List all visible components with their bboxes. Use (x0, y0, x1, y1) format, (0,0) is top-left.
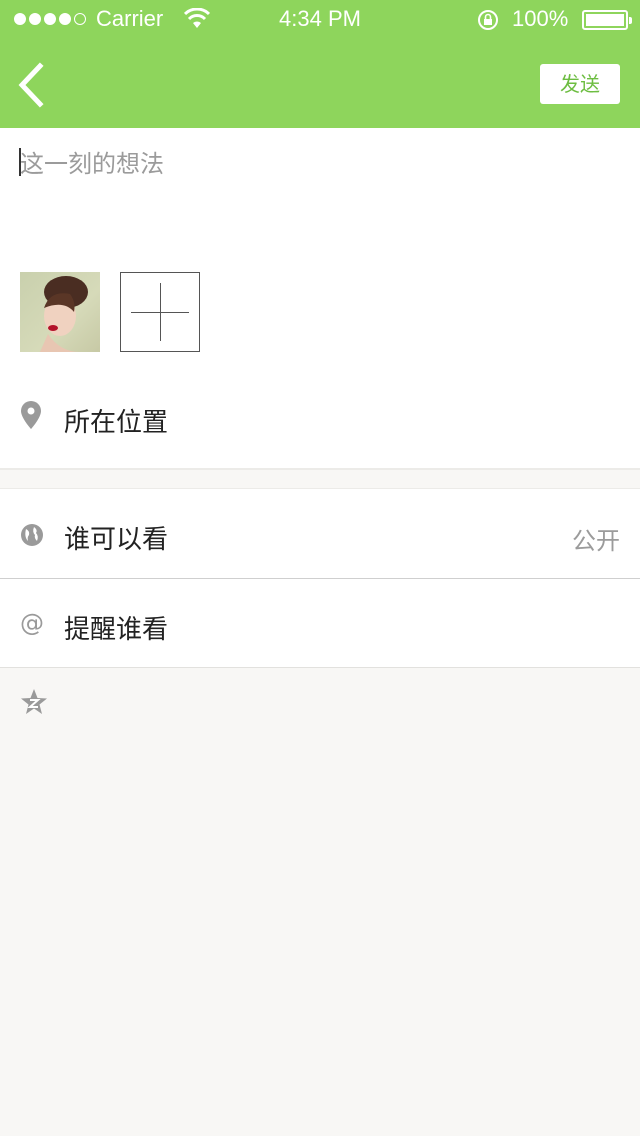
mention-label: 提醒谁看 (64, 615, 169, 645)
map-pin-icon (20, 400, 42, 434)
at-icon: @ (20, 609, 44, 637)
header: Carrier 4:34 PM 100% 发送 (0, 0, 640, 128)
send-button[interactable]: 发送 (540, 64, 620, 104)
location-row[interactable]: 所在位置 (0, 378, 640, 458)
status-bar: Carrier 4:34 PM 100% (0, 0, 640, 40)
battery-icon (582, 10, 632, 30)
settings-list: 谁可以看 公开 @ 提醒谁看 (0, 488, 640, 668)
visibility-row[interactable]: 谁可以看 公开 (0, 489, 640, 579)
battery-percent: 100% (512, 6, 569, 31)
chevron-left-icon (18, 62, 44, 108)
post-text-input[interactable] (20, 144, 620, 244)
add-photo-button[interactable] (120, 272, 200, 352)
qzone-star-icon[interactable] (20, 688, 48, 720)
visibility-label: 谁可以看 (64, 525, 169, 555)
globe-icon (20, 523, 44, 551)
section-divider (0, 468, 640, 470)
compose-area: 所在位置 (0, 128, 640, 468)
visibility-value: 公开 (572, 527, 620, 555)
mention-row[interactable]: @ 提醒谁看 (0, 579, 640, 669)
location-label: 所在位置 (64, 408, 169, 438)
back-button[interactable] (12, 60, 56, 110)
photo-thumbnail[interactable] (20, 272, 100, 352)
rotation-lock-icon (476, 8, 500, 38)
